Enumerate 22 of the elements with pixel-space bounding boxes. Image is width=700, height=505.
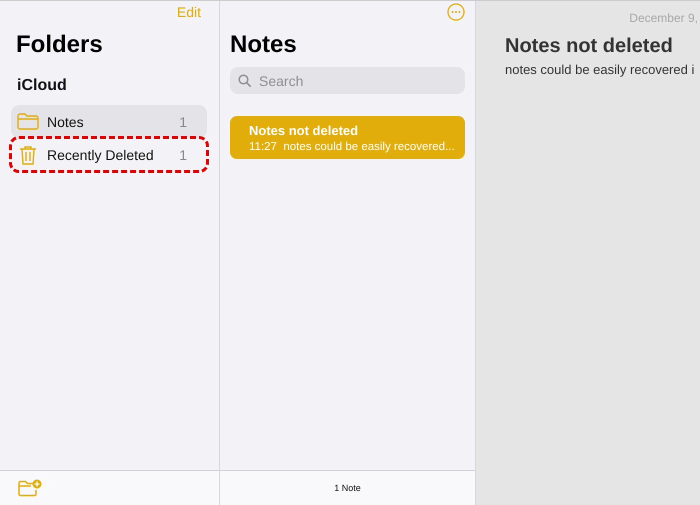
note-preview: 11:27 notes could be easily recovered... — [249, 141, 455, 153]
folder-row[interactable]: Recently Deleted 1 — [11, 138, 207, 171]
folder-name: Notes — [47, 114, 85, 130]
folders-title: Folders — [16, 31, 104, 59]
note-heading: Notes not deleted — [505, 35, 674, 58]
note-title: Notes not deleted — [249, 123, 360, 138]
note-body: notes could be easily recovered i — [505, 62, 696, 77]
search-icon — [238, 74, 252, 88]
note-date: December 9, — [629, 11, 698, 25]
folder-count: 1 — [179, 146, 187, 162]
folder-count: 1 — [179, 114, 187, 130]
notes-title: Notes — [230, 31, 298, 59]
section-title: iCloud — [17, 77, 68, 95]
folder-row[interactable]: Notes 1 — [11, 105, 207, 138]
more-icon[interactable] — [447, 3, 465, 21]
search-box[interactable]: Search — [230, 67, 465, 94]
new-folder-icon[interactable] — [18, 479, 42, 497]
trash-icon — [17, 144, 39, 164]
search-field[interactable]: Search — [257, 72, 457, 90]
note-count: 1 Note — [334, 483, 361, 493]
folder-icon — [17, 113, 39, 130]
folder-name: Recently Deleted — [47, 146, 155, 162]
